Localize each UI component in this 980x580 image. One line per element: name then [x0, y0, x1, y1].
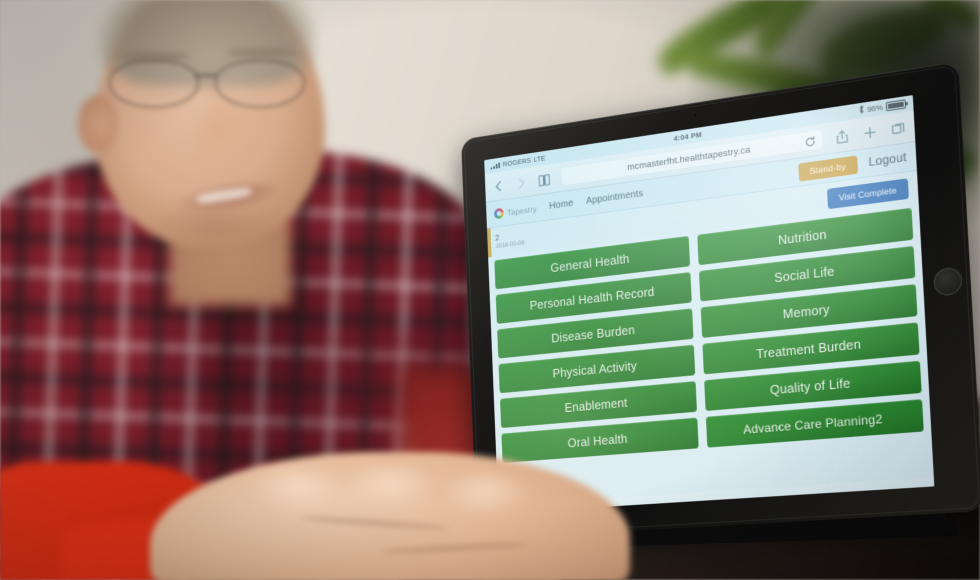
screenshot-scene: Belkin ROGERS LTE 4:04 PM [0, 0, 980, 580]
foreground-photo [0, 0, 980, 580]
